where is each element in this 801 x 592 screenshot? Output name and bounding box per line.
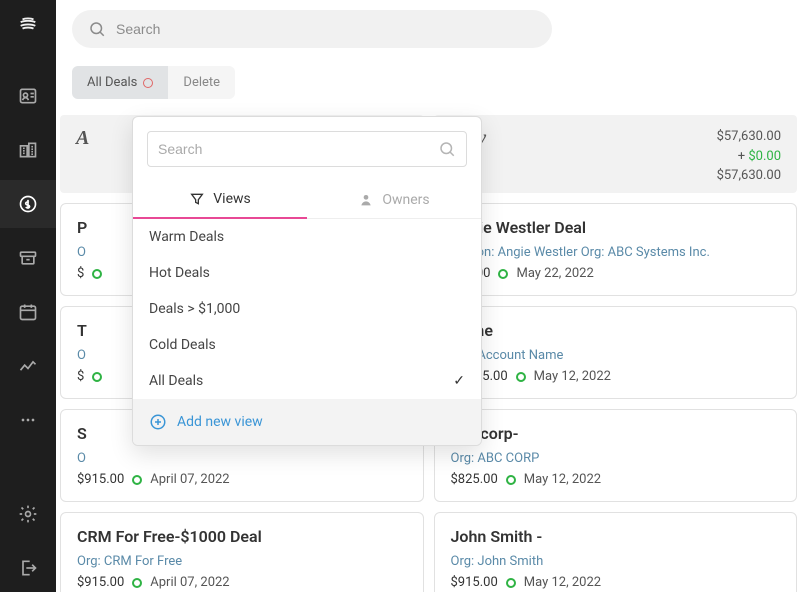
deal-amount: $915.00 (77, 575, 124, 590)
deal-meta: Org: Account Name (451, 348, 781, 363)
month-title: A (76, 127, 89, 150)
deal-date: May 12, 2022 (524, 575, 601, 590)
filter-all-label: All Deals (87, 75, 137, 90)
tab-owners-label: Owners (382, 192, 429, 208)
view-option-label: Cold Deals (149, 337, 216, 353)
month-header: May $57,630.00 + $0.00 $57,630.00 (434, 115, 798, 193)
deal-amount: $ (77, 266, 84, 281)
deal-meta: O (77, 451, 407, 466)
nav-organizations[interactable] (0, 126, 56, 174)
view-option[interactable]: Warm Deals (133, 219, 481, 255)
deal-amount: $915.00 (77, 472, 124, 487)
dropdown-tabs: Views Owners (133, 181, 481, 219)
deal-footer: $4,375.00 May 12, 2022 (451, 369, 781, 384)
deal-meta: Org: ABC CORP (451, 451, 781, 466)
status-dot-icon (498, 269, 508, 279)
search-icon (438, 140, 456, 158)
deal-card[interactable]: Angie Westler Deal Person: Angie Westler… (434, 203, 798, 296)
deal-title: CRM For Free-$1000 Deal (77, 527, 407, 546)
nav-reports[interactable] (0, 342, 56, 390)
deal-footer: $825.00 May 12, 2022 (451, 472, 781, 487)
nav-archive[interactable] (0, 234, 56, 282)
clear-filter-icon[interactable] (143, 78, 153, 88)
add-new-view-label: Add new view (177, 414, 263, 430)
month-total-top: $57,630.00 (717, 127, 781, 147)
month-total-bottom: $57,630.00 (717, 166, 781, 186)
app-logo (16, 12, 40, 36)
global-search[interactable] (72, 10, 552, 48)
tab-views[interactable]: Views (133, 181, 307, 219)
deal-title: abc corp- (451, 424, 781, 443)
status-dot-icon (132, 578, 142, 588)
status-dot-icon (506, 578, 516, 588)
dropdown-list: Warm Deals Hot Deals Deals > $1,000 Cold… (133, 219, 481, 399)
nav-settings[interactable] (0, 490, 56, 538)
month-column-may: May $57,630.00 + $0.00 $57,630.00 Angie … (434, 115, 798, 592)
view-option-label: Warm Deals (149, 229, 224, 245)
nav-calendar[interactable] (0, 288, 56, 336)
deal-amount: $915.00 (451, 575, 498, 590)
filter-all-deals[interactable]: All Deals (72, 66, 168, 99)
view-option-label: Deals > $1,000 (149, 301, 240, 317)
deal-title: Angie Westler Deal (451, 218, 781, 237)
global-search-input[interactable] (116, 21, 536, 37)
view-option[interactable]: Hot Deals (133, 255, 481, 291)
filter-delete[interactable]: Delete (168, 66, 235, 99)
sidebar (0, 0, 56, 592)
checkmark-icon: ✓ (453, 373, 465, 389)
tab-owners[interactable]: Owners (307, 181, 481, 218)
nav-contacts[interactable] (0, 72, 56, 120)
plus-circle-icon (149, 413, 167, 431)
deal-footer: $915.00 May 12, 2022 (451, 575, 781, 590)
filter-icon (189, 191, 205, 207)
view-option-selected[interactable]: All Deals ✓ (133, 363, 481, 399)
main-area: All Deals Delete A P O $ (56, 0, 801, 592)
nav-logout[interactable] (0, 544, 56, 592)
filter-row: All Deals Delete (56, 48, 801, 115)
deal-meta: Org: CRM For Free (77, 554, 407, 569)
month-totals: $57,630.00 + $0.00 $57,630.00 (717, 127, 781, 186)
view-option[interactable]: Deals > $1,000 (133, 291, 481, 327)
search-icon (88, 20, 106, 38)
deal-title: Name (451, 321, 781, 340)
status-dot-icon (132, 475, 142, 485)
filter-delete-label: Delete (183, 75, 220, 90)
deal-card[interactable]: Name Org: Account Name $4,375.00 May 12,… (434, 306, 798, 399)
status-dot-icon (92, 269, 102, 279)
top-bar (56, 0, 801, 48)
nav-more[interactable] (0, 396, 56, 444)
status-dot-icon (506, 475, 516, 485)
deal-date: May 22, 2022 (516, 266, 593, 281)
view-option[interactable]: Cold Deals (133, 327, 481, 363)
tab-views-label: Views (213, 191, 251, 207)
view-option-label: All Deals (149, 373, 203, 389)
deal-meta: Person: Angie Westler Org: ABC Systems I… (451, 245, 781, 260)
status-dot-icon (92, 372, 102, 382)
deal-date: April 07, 2022 (150, 472, 229, 487)
view-option-label: Hot Deals (149, 265, 210, 281)
views-dropdown: Views Owners Warm Deals Hot Deals Deals … (132, 116, 482, 446)
month-total-mid: + $0.00 (738, 147, 781, 167)
deal-amount: $ (77, 369, 84, 384)
nav-deals[interactable] (0, 180, 56, 228)
deal-date: April 07, 2022 (150, 575, 229, 590)
deal-footer: $915.00 April 07, 2022 (77, 472, 407, 487)
status-dot-icon (516, 372, 526, 382)
person-icon (358, 192, 374, 208)
deal-card[interactable]: abc corp- Org: ABC CORP $825.00 May 12, … (434, 409, 798, 502)
deal-card[interactable]: CRM For Free-$1000 Deal Org: CRM For Fre… (60, 512, 424, 592)
deal-card[interactable]: John Smith - Org: John Smith $915.00 May… (434, 512, 798, 592)
deal-title: John Smith - (451, 527, 781, 546)
deal-date: May 12, 2022 (524, 472, 601, 487)
deal-footer: 600.00 May 22, 2022 (451, 266, 781, 281)
dropdown-search[interactable] (147, 131, 467, 167)
deal-meta: Org: John Smith (451, 554, 781, 569)
deal-footer: $915.00 April 07, 2022 (77, 575, 407, 590)
deal-date: May 12, 2022 (534, 369, 611, 384)
dropdown-search-input[interactable] (158, 141, 438, 157)
deal-amount: $825.00 (451, 472, 498, 487)
add-new-view[interactable]: Add new view (133, 399, 481, 445)
